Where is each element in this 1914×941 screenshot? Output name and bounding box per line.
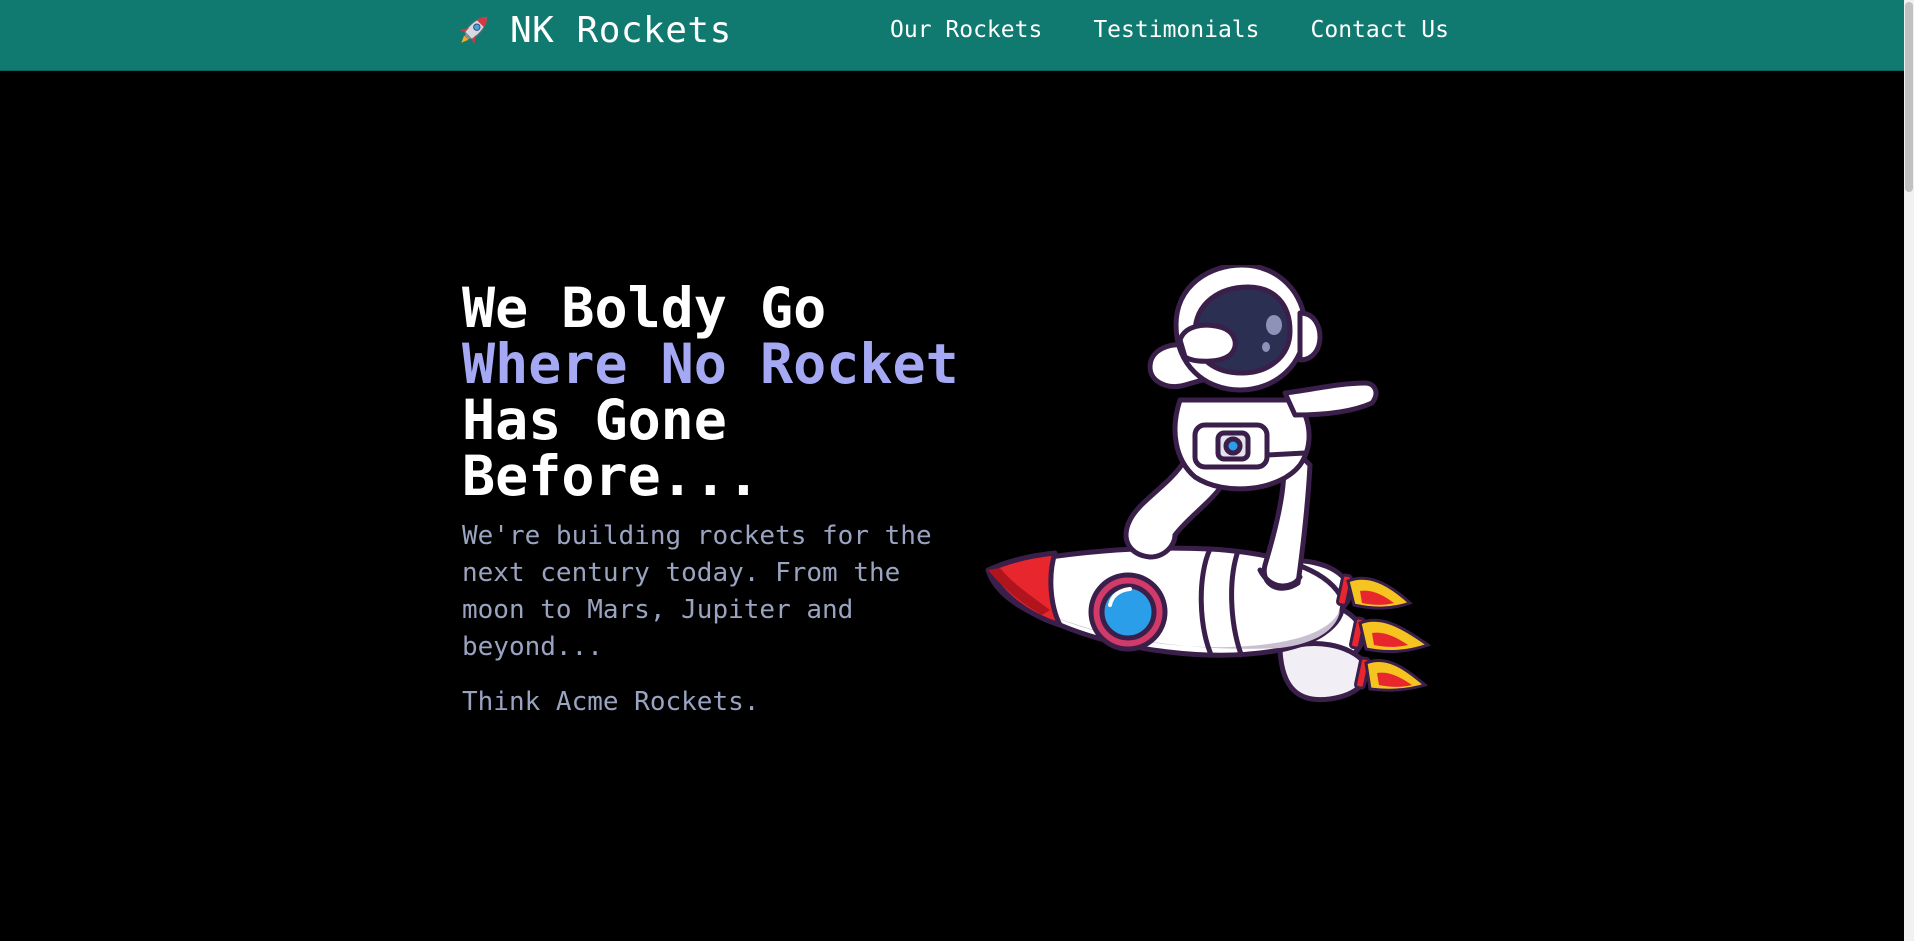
hero-title: We Boldy Go Where No Rocket Has Gone Bef… — [462, 280, 962, 504]
nav-link-contact-us[interactable]: Contact Us — [1311, 14, 1449, 46]
page: NK Rockets Our Rockets Testimonials Cont… — [0, 0, 1914, 941]
hero-title-part1: We Boldy Go — [462, 276, 827, 340]
main-nav: Our Rockets Testimonials Contact Us — [890, 14, 1449, 46]
astronaut-on-rocket-illustration — [985, 265, 1432, 703]
brand-name: NK Rockets — [510, 9, 732, 51]
hero-description: We're building rockets for the next cent… — [462, 521, 932, 662]
scrollbar-thumb[interactable] — [1905, 2, 1913, 192]
brand-home-link[interactable]: NK Rockets — [454, 9, 732, 51]
nav-link-our-rockets[interactable]: Our Rockets — [890, 14, 1042, 46]
hero-title-part2: Has Gone Before... — [462, 388, 761, 508]
hero-title-highlight: Where No Rocket — [462, 332, 959, 396]
rocket-icon — [459, 16, 488, 45]
nav-link-testimonials[interactable]: Testimonials — [1093, 14, 1259, 46]
hero-tagline: Think Acme Rockets. — [462, 687, 760, 717]
hero-section: We Boldy Go Where No Rocket Has Gone Bef… — [462, 280, 962, 721]
top-navigation-bar: NK Rockets Our Rockets Testimonials Cont… — [0, 0, 1904, 71]
page-scrollbar[interactable] — [1904, 0, 1914, 941]
